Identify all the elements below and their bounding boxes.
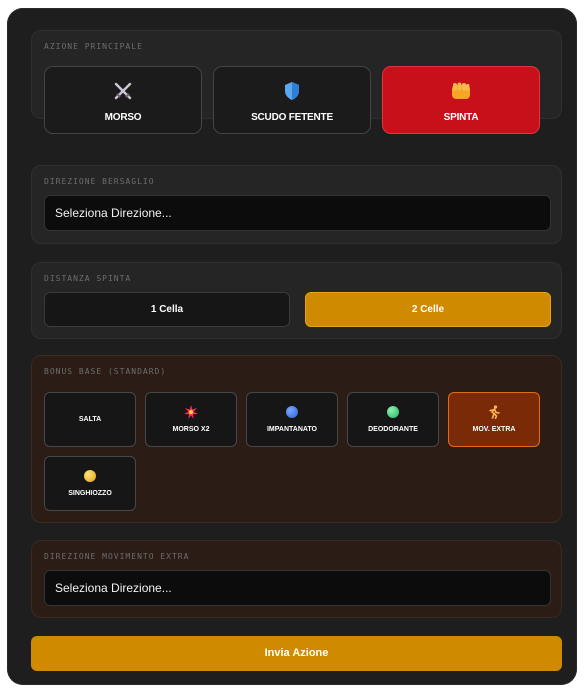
- bonus-label-salta: SALTA: [78, 416, 102, 423]
- action-label-spinta: SPINTA: [443, 112, 479, 123]
- push-distance-section: DISTANZA SPINTA 1 Cella 2 Celle: [31, 262, 562, 339]
- action-button-spinta[interactable]: SPINTA: [382, 66, 540, 134]
- crossed-swords-icon: [114, 82, 132, 100]
- bonus-option-singhiozzo[interactable]: SINGHIOZZO: [44, 456, 136, 511]
- extra-move-direction-title: DIREZIONE MOVIMENTO EXTRA: [44, 552, 190, 561]
- distance-option-2-celle[interactable]: 2 Celle: [305, 292, 551, 327]
- main-action-title: AZIONE PRINCIPALE: [44, 42, 143, 51]
- extra-move-direction-section: DIREZIONE MOVIMENTO EXTRA Seleziona Dire…: [31, 540, 562, 618]
- bonus-option-salta[interactable]: SALTA: [44, 392, 136, 447]
- target-direction-section: DIREZIONE BERSAGLIO Seleziona Direzione.…: [31, 165, 562, 244]
- action-button-morso[interactable]: MORSO: [44, 66, 202, 134]
- green-dot-icon: [387, 406, 399, 418]
- bonus-label-morso-x2: MORSO X2: [172, 426, 210, 433]
- target-direction-select[interactable]: Seleziona Direzione...: [44, 195, 551, 231]
- bonus-option-deodorante[interactable]: DEODORANTE: [347, 392, 439, 447]
- push-distance-title: DISTANZA SPINTA: [44, 274, 132, 283]
- bonus-option-mov-extra[interactable]: MOV. EXTRA: [448, 392, 540, 447]
- base-bonus-title: BONUS BASE (STANDARD): [44, 367, 167, 376]
- bonus-label-singhiozzo: SINGHIOZZO: [68, 490, 112, 497]
- submit-action-button[interactable]: Invia Azione: [31, 636, 562, 671]
- distance-option-1-cella[interactable]: 1 Cella: [44, 292, 290, 327]
- base-bonus-section: BONUS BASE (STANDARD) SALTA MORSO X2 IMP…: [31, 355, 562, 523]
- blue-dot-icon: [286, 406, 298, 418]
- bonus-label-impantanato: IMPANTANATO: [266, 426, 318, 433]
- bonus-label-mov-extra: MOV. EXTRA: [472, 426, 516, 433]
- fist-icon: [452, 82, 470, 99]
- runner-icon: [489, 405, 500, 419]
- bonus-label-deodorante: DEODORANTE: [368, 426, 418, 433]
- action-label-morso: MORSO: [104, 112, 142, 123]
- shield-icon: [285, 82, 299, 100]
- yellow-dot-icon: [84, 470, 96, 482]
- bonus-option-morso-x2[interactable]: MORSO X2: [145, 392, 237, 447]
- extra-move-direction-select[interactable]: Seleziona Direzione...: [44, 570, 551, 606]
- action-label-scudo-fetente: SCUDO FETENTE: [251, 112, 333, 123]
- action-button-scudo-fetente[interactable]: SCUDO FETENTE: [213, 66, 371, 134]
- target-direction-title: DIREZIONE BERSAGLIO: [44, 177, 155, 186]
- bonus-option-impantanato[interactable]: IMPANTANATO: [246, 392, 338, 447]
- explosion-icon: [184, 405, 198, 419]
- main-action-section: AZIONE PRINCIPALE MORSO SCUDO FETENTE SP…: [31, 30, 562, 134]
